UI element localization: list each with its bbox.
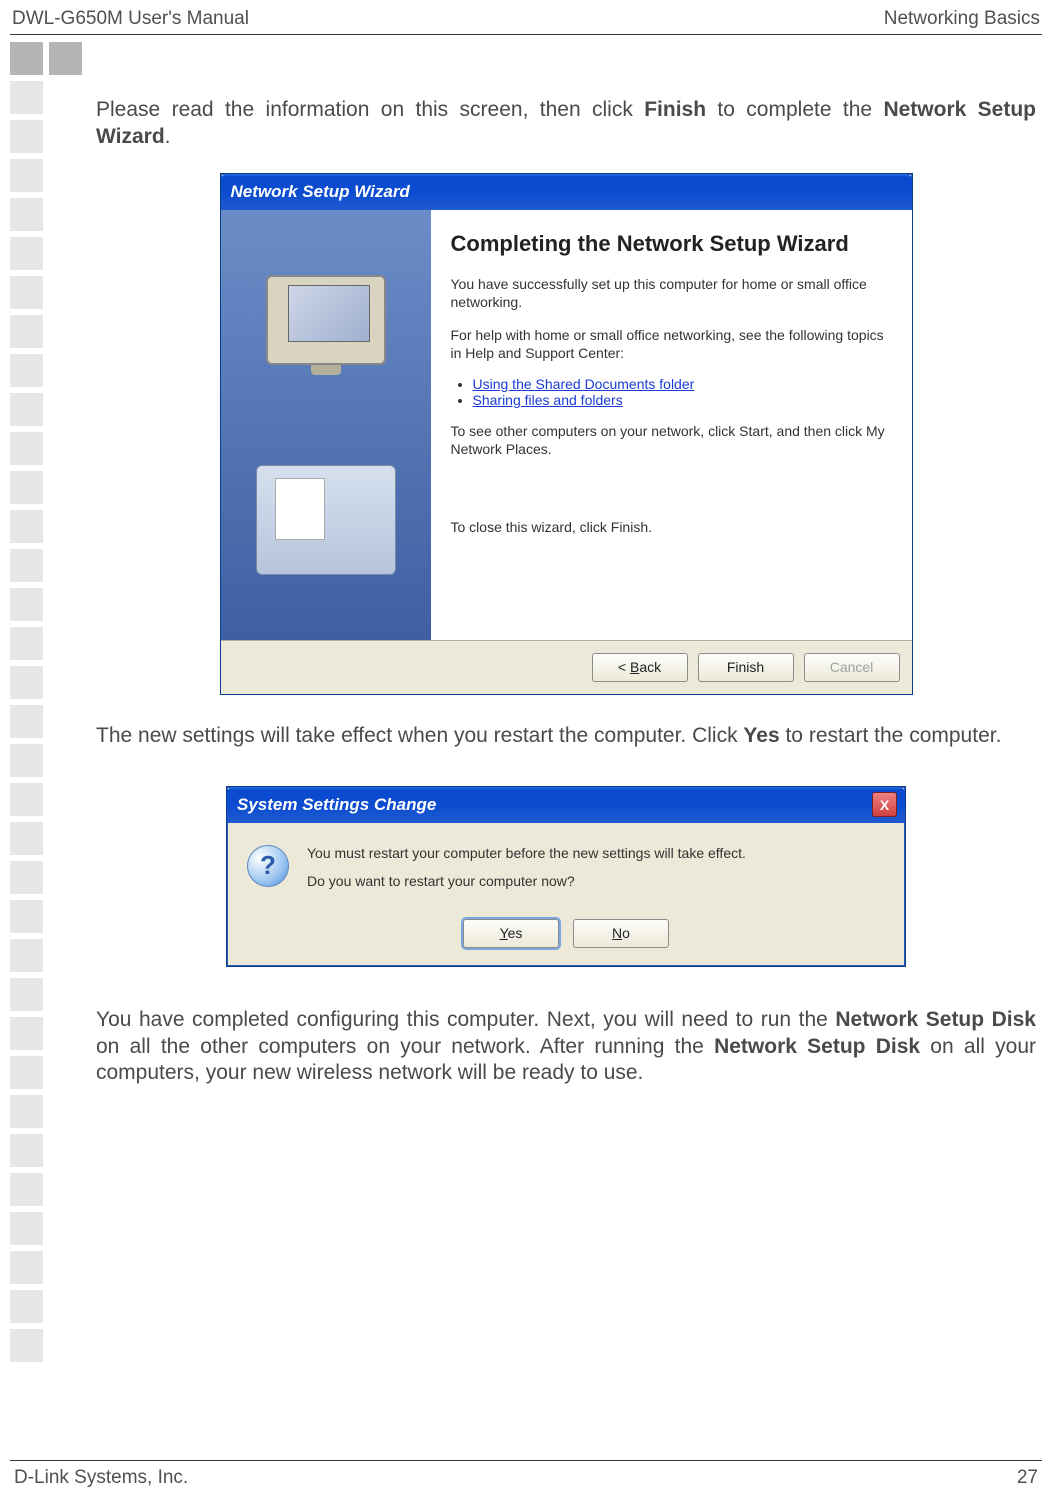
no-button[interactable]: No	[573, 919, 669, 948]
system-settings-change-dialog: System Settings Change X ? You must rest…	[226, 786, 906, 967]
dialog-text-1: You must restart your computer before th…	[307, 845, 746, 861]
section-title: Networking Basics	[884, 8, 1040, 30]
wizard-text-3: To see other computers on your network, …	[451, 422, 892, 458]
dialog-title-text: System Settings Change	[237, 795, 436, 815]
printer-icon	[256, 465, 396, 575]
sharing-files-link[interactable]: Sharing files and folders	[473, 392, 623, 408]
instruction-paragraph-2: The new settings will take effect when y…	[96, 723, 1036, 750]
wizard-text-2: For help with home or small office netwo…	[451, 326, 892, 362]
cancel-button: Cancel	[804, 653, 900, 682]
manual-title: DWL-G650M User's Manual	[12, 8, 249, 30]
wizard-sidebar-graphic	[221, 210, 431, 640]
wizard-text-4: To close this wizard, click Finish.	[451, 518, 892, 536]
wizard-titlebar[interactable]: Network Setup Wizard	[221, 174, 912, 210]
page-header: DWL-G650M User's Manual Networking Basic…	[0, 0, 1052, 34]
decorative-sidebar	[10, 42, 82, 1362]
back-button[interactable]: < Back	[592, 653, 688, 682]
monitor-icon	[266, 275, 386, 365]
finish-button[interactable]: Finish	[698, 653, 794, 682]
close-icon[interactable]: X	[872, 792, 897, 817]
yes-button[interactable]: Yes	[463, 919, 559, 948]
page-number: 27	[1017, 1467, 1038, 1489]
instruction-paragraph-3: You have completed configuring this comp…	[96, 1007, 1036, 1088]
wizard-heading: Completing the Network Setup Wizard	[451, 230, 892, 258]
company-name: D-Link Systems, Inc.	[14, 1467, 188, 1489]
page-footer: D-Link Systems, Inc. 27	[10, 1460, 1042, 1489]
footer-divider	[10, 1460, 1042, 1461]
dialog-text-2: Do you want to restart your computer now…	[307, 873, 746, 889]
shared-docs-link[interactable]: Using the Shared Documents folder	[473, 376, 695, 392]
network-setup-wizard-window: Network Setup Wizard Completing the Netw…	[220, 173, 913, 695]
wizard-text-1: You have successfully set up this comput…	[451, 275, 892, 311]
wizard-title-text: Network Setup Wizard	[231, 182, 410, 202]
instruction-paragraph-1: Please read the information on this scre…	[96, 97, 1036, 151]
dialog-titlebar[interactable]: System Settings Change X	[227, 787, 905, 823]
header-divider	[10, 34, 1042, 35]
question-icon: ?	[247, 845, 289, 887]
